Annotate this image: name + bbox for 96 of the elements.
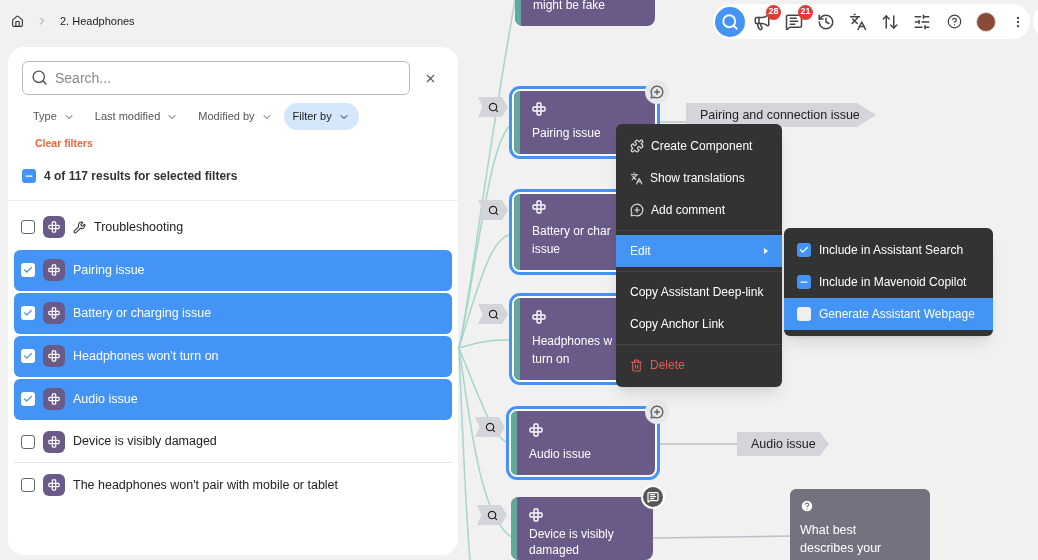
check-icon [23, 308, 33, 319]
flow-node[interactable]: might be fake [515, 0, 655, 26]
checkbox[interactable] [21, 392, 35, 407]
node-icon [529, 508, 543, 522]
search-tag[interactable] [478, 200, 508, 220]
checkbox[interactable] [21, 220, 35, 235]
node-icon [532, 200, 546, 214]
filter-dropdown[interactable]: Filter by [283, 103, 359, 130]
filter-dropdown[interactable]: Last modified [85, 103, 188, 130]
node-icon [532, 102, 546, 116]
result-label: Device is visibly damaged [73, 433, 217, 451]
add-comment-icon [650, 405, 664, 419]
checkbox[interactable] [797, 243, 811, 257]
add-comment-button[interactable] [645, 80, 669, 104]
result-label: The headphones won't pair with mobile or tablet [73, 476, 339, 494]
submenu-item[interactable]: Include in Assistant Search [784, 234, 993, 266]
translate-icon [849, 12, 867, 31]
node-label: Audio issue [529, 446, 592, 463]
cross-icon [48, 264, 60, 277]
cross-icon [48, 350, 60, 363]
flow-node[interactable]: Device is visibly damaged [511, 497, 653, 560]
search-icon [487, 308, 499, 320]
result-label: Pairing issue [73, 261, 145, 279]
count-badge: 28 [766, 4, 781, 20]
tools-icon [73, 220, 86, 234]
count-badge: 21 [798, 4, 813, 20]
search-icon [31, 69, 48, 86]
node-label: Device is visibly damaged [529, 526, 614, 558]
checkbox[interactable] [21, 478, 35, 493]
search-icon [487, 101, 499, 113]
flow-node[interactable]: Audio issue [509, 409, 657, 477]
help-icon [946, 14, 962, 29]
search-icon [487, 204, 499, 216]
question-node[interactable]: What best describes your [790, 489, 930, 560]
avatar [976, 11, 996, 32]
cross-icon [48, 393, 60, 406]
cross-icon [48, 307, 60, 320]
check-icon [799, 245, 809, 255]
result-label: Battery or charging issue [73, 304, 212, 322]
checkbox[interactable] [21, 306, 35, 321]
outcome-tag[interactable]: Audio issue [737, 432, 829, 456]
result-label: Audio issue [73, 390, 138, 408]
checkbox[interactable] [21, 349, 35, 364]
outcome-tag[interactable]: Pairing and connection issue [686, 103, 876, 127]
search-tag[interactable] [478, 97, 508, 117]
history-icon [817, 12, 835, 31]
search-tag[interactable] [478, 304, 508, 324]
search-icon [721, 12, 739, 31]
cross-icon [48, 435, 60, 448]
puzzle-icon [630, 139, 644, 153]
menu-item[interactable]: Show translations [616, 162, 782, 194]
add-comment-icon [630, 203, 644, 217]
question-icon [800, 499, 814, 513]
trash-icon [630, 358, 643, 372]
node-icon [529, 423, 543, 437]
node-label: Pairing issue [532, 125, 601, 142]
chat-icon [785, 12, 803, 31]
home-icon [11, 14, 24, 28]
check-icon [23, 394, 33, 405]
sliders-icon [913, 12, 931, 31]
comments-icon [647, 491, 659, 503]
check-icon [23, 265, 33, 276]
sort-icon [881, 12, 899, 31]
result-label: Headphones won't turn on [73, 347, 219, 365]
check-icon [23, 351, 33, 362]
translate-icon [630, 171, 643, 185]
submenu-item[interactable]: Include in Mavenoid Copilot [784, 266, 993, 298]
result-row[interactable]: Device is visibly damaged [14, 421, 452, 463]
search-tag[interactable] [475, 417, 505, 437]
filter-dropdown[interactable]: Type [24, 103, 84, 130]
search-icon [486, 509, 498, 521]
breadcrumb-item[interactable]: 2. Headphones [60, 13, 135, 30]
filter-dropdown[interactable]: Modified by [189, 103, 282, 130]
checkbox[interactable] [797, 307, 811, 321]
result-label: Troubleshooting [94, 218, 184, 236]
add-comment-icon [650, 85, 664, 99]
checkbox[interactable] [797, 275, 811, 289]
submenu-caret-icon [764, 248, 768, 254]
add-comment-button[interactable] [645, 400, 669, 424]
comments-button[interactable] [641, 485, 665, 509]
node-icon [532, 310, 546, 324]
checkbox[interactable] [21, 263, 35, 278]
cross-icon [48, 221, 60, 234]
result-row[interactable]: Troubleshooting [14, 206, 452, 248]
search-field[interactable]: Search... [22, 61, 410, 95]
node-label: might be fake [533, 0, 606, 14]
node-label: Battery or char issue [532, 223, 611, 258]
node-label: Headphones w turn on [532, 333, 613, 368]
cross-icon [48, 479, 60, 492]
checkbox[interactable] [22, 168, 36, 183]
results-summary: 4 of 117 results for selected filters [44, 167, 238, 185]
node-label: What best describes your [800, 522, 883, 557]
checkbox[interactable] [21, 434, 35, 449]
result-row[interactable]: The headphones won't pair with mobile or tablet [14, 464, 452, 506]
search-tag[interactable] [477, 505, 507, 525]
search-icon [484, 421, 496, 433]
